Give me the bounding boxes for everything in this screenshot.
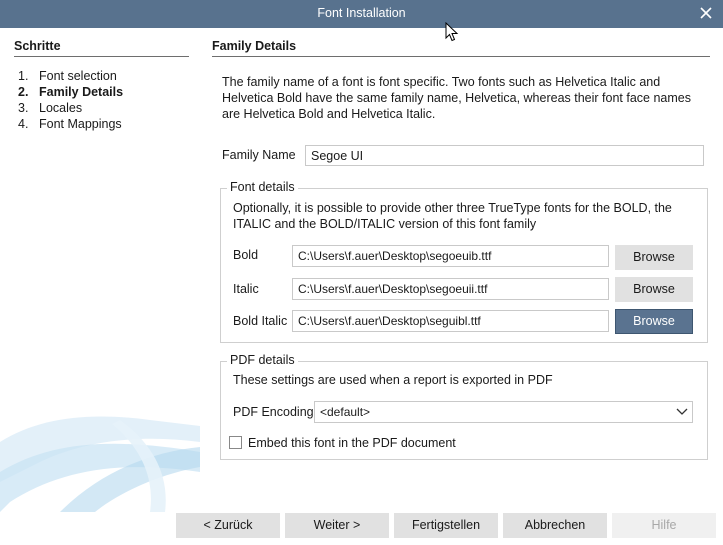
section-heading: Family Details [212,39,710,57]
decorative-swoosh-graphic [0,416,200,512]
family-name-label: Family Name [222,148,296,162]
browse-italic-button[interactable]: Browse [615,277,693,302]
step-number: 1. [18,69,29,83]
pdf-details-title: PDF details [227,353,298,367]
pdf-encoding-select[interactable]: <default> [314,401,693,423]
step-number: 3. [18,101,29,115]
step-item-locales: 3. Locales [18,100,123,116]
help-button[interactable]: Hilfe [612,513,716,538]
step-item-family-details: 2. Family Details [18,84,123,100]
chevron-down-icon [676,408,688,415]
italic-path-input[interactable]: C:\Users\f.auer\Desktop\segoeuii.ttf [292,278,609,300]
family-description: The family name of a font is font specif… [222,75,691,121]
window-title: Font Installation [317,6,406,20]
bold-italic-label: Bold Italic [233,314,288,328]
font-details-title: Font details [227,180,298,194]
title-bar: Font Installation [0,0,723,28]
step-item-font-selection: 1. Font selection [18,68,123,84]
step-label: Font Mappings [39,117,122,131]
step-label: Font selection [39,69,117,83]
step-item-font-mappings: 4. Font Mappings [18,116,123,132]
pdf-encoding-label: PDF Encoding [233,405,314,419]
embed-font-checkbox[interactable] [229,436,242,449]
cancel-button[interactable]: Abbrechen [503,513,607,538]
bold-label: Bold [233,248,259,262]
bold-italic-path-input[interactable]: C:\Users\f.auer\Desktop\seguibl.ttf [292,310,609,332]
browse-bold-italic-button[interactable]: Browse [615,309,693,334]
browse-bold-button[interactable]: Browse [615,245,693,270]
bold-path-input[interactable]: C:\Users\f.auer\Desktop\segoeuib.ttf [292,245,609,267]
next-button[interactable]: Weiter > [285,513,389,538]
italic-label: Italic [233,282,259,296]
close-icon[interactable] [697,4,715,22]
family-name-input[interactable]: Segoe UI [305,145,704,166]
step-label: Locales [39,101,83,115]
steps-list: 1. Font selection 2. Family Details 3. Loca… [18,68,123,132]
pdf-encoding-value: <default> [320,405,371,419]
back-button[interactable]: < Zurück [176,513,280,538]
step-number: 2. [18,85,29,99]
steps-heading: Schritte [14,39,189,57]
pdf-details-note: These settings are used when a report is… [233,373,553,387]
step-label: Family Details [39,85,124,99]
embed-font-label: Embed this font in the PDF document [248,436,456,450]
font-details-note: Optionally, it is possible to provide ot… [233,201,672,231]
step-number: 4. [18,117,29,131]
finish-button[interactable]: Fertigstellen [394,513,498,538]
